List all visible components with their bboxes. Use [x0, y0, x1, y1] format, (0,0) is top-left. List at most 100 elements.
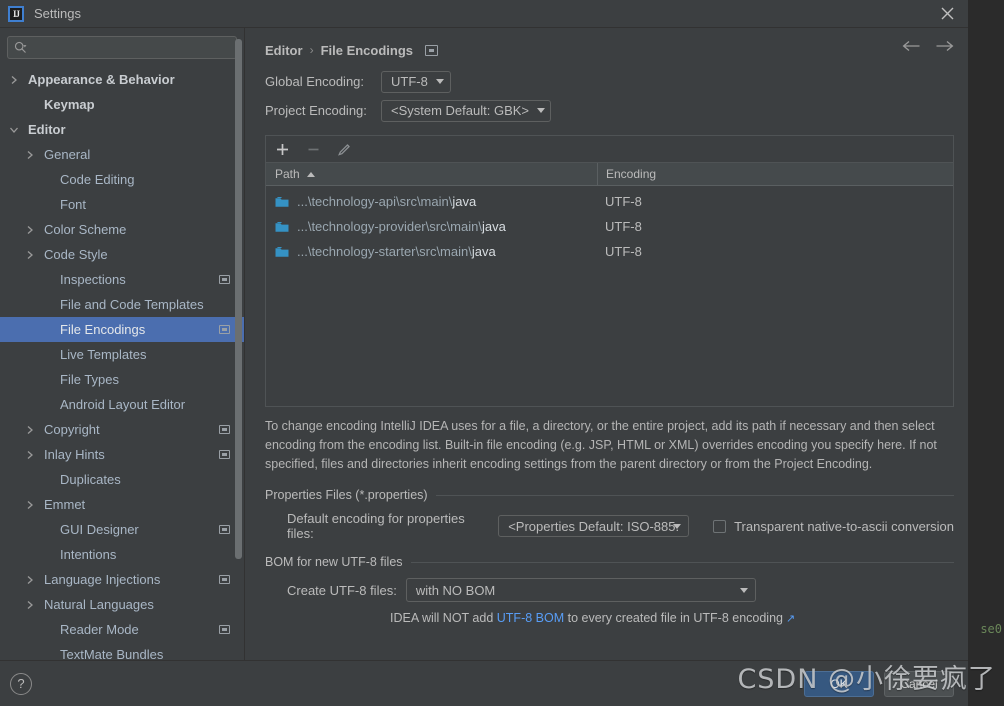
create-utf8-row: Create UTF-8 files: with NO BOM	[287, 578, 954, 602]
sidebar-item-copyright[interactable]: Copyright	[0, 417, 244, 442]
sidebar-item-textmate-bundles[interactable]: TextMate Bundles	[0, 642, 244, 660]
cancel-button[interactable]: Cancel	[884, 670, 954, 697]
sidebar-item-label: Editor	[28, 122, 66, 137]
external-link-icon[interactable]: ↗	[786, 613, 795, 625]
chevron-down-icon	[435, 79, 444, 84]
sidebar-item-label: Appearance & Behavior	[28, 72, 175, 87]
create-utf8-combo[interactable]: with NO BOM	[405, 578, 756, 602]
sidebar-item-file-and-code-templates[interactable]: File and Code Templates	[0, 292, 244, 317]
search-container	[0, 28, 244, 65]
settings-badge-icon	[219, 450, 230, 459]
table-row[interactable]: ...\technology-provider\src\main\java UTF…	[266, 214, 953, 239]
breadcrumb-current: File Encodings	[320, 42, 414, 58]
bom-group-body: Create UTF-8 files: with NO BOM IDEA wil…	[265, 578, 954, 625]
sidebar-item-appearance-behavior[interactable]: Appearance & Behavior	[0, 67, 244, 92]
chevron-right-icon[interactable]	[22, 250, 38, 260]
table-row[interactable]: ...\technology-starter\src\main\java UTF-…	[266, 239, 953, 264]
sidebar-item-code-style[interactable]: Code Style	[0, 242, 244, 267]
sidebar-item-natural-languages[interactable]: Natural Languages	[0, 592, 244, 617]
sidebar-item-label: TextMate Bundles	[60, 647, 164, 660]
sidebar-item-reader-mode[interactable]: Reader Mode	[0, 617, 244, 642]
sidebar-item-editor[interactable]: Editor	[0, 117, 244, 142]
column-header-path[interactable]: Path	[266, 167, 597, 181]
project-encoding-label: Project Encoding:	[265, 103, 367, 118]
path-prefix: ...\technology-provider\src\main\	[297, 219, 482, 234]
chevron-down-icon[interactable]	[6, 126, 22, 134]
chevron-right-icon[interactable]	[22, 450, 38, 460]
bom-hint-prefix: IDEA will NOT add	[390, 611, 497, 625]
table-cell-encoding[interactable]: UTF-8	[597, 219, 953, 234]
settings-sidebar: Appearance & Behavior Keymap Editor General…	[0, 28, 245, 660]
column-header-encoding[interactable]: Encoding	[597, 163, 953, 185]
settings-badge-icon	[219, 575, 230, 584]
chevron-right-icon[interactable]	[22, 575, 38, 585]
sidebar-item-intentions[interactable]: Intentions	[0, 542, 244, 567]
help-button[interactable]: ?	[10, 672, 32, 695]
table-cell-path-text: ...\technology-provider\src\main\java	[297, 219, 506, 234]
sidebar-item-emmet[interactable]: Emmet	[0, 492, 244, 517]
background-ide-code: se0	[980, 622, 1002, 636]
arrow-left-icon[interactable]	[902, 40, 921, 52]
minus-icon	[305, 141, 322, 158]
table-cell-encoding[interactable]: UTF-8	[597, 194, 953, 209]
sidebar-item-general[interactable]: General	[0, 142, 244, 167]
chevron-right-icon[interactable]	[22, 600, 38, 610]
project-encoding-combo[interactable]: <System Default: GBK>	[381, 99, 551, 122]
sidebar-item-live-templates[interactable]: Live Templates	[0, 342, 244, 367]
sidebar-item-inlay-hints[interactable]: Inlay Hints	[0, 442, 244, 467]
path-prefix: ...\technology-starter\src\main\	[297, 244, 472, 259]
column-header-path-label: Path	[275, 167, 300, 181]
search-input[interactable]	[31, 40, 230, 55]
sidebar-item-language-injections[interactable]: Language Injections	[0, 567, 244, 592]
sidebar-scrollbar-thumb[interactable]	[235, 39, 242, 559]
table-row[interactable]: ...\technology-api\src\main\java UTF-8	[266, 189, 953, 214]
global-encoding-combo[interactable]: UTF-8	[381, 70, 451, 93]
table-cell-path-text: ...\technology-api\src\main\java	[297, 194, 476, 209]
chevron-right-icon[interactable]	[22, 225, 38, 235]
plus-icon[interactable]	[274, 141, 291, 158]
dialog-titlebar: IJ Settings	[0, 0, 968, 28]
create-utf8-label: Create UTF-8 files:	[287, 582, 397, 598]
sort-ascending-icon	[306, 171, 315, 177]
sidebar-item-keymap[interactable]: Keymap	[0, 92, 244, 117]
properties-files-group: Properties Files (*.properties) Default …	[265, 488, 954, 541]
native-to-ascii-checkbox-wrap[interactable]: Transparent native-to-ascii conversion	[713, 519, 954, 534]
sidebar-item-color-scheme[interactable]: Color Scheme	[0, 217, 244, 242]
arrow-right-icon[interactable]	[935, 40, 954, 52]
sidebar-scrollbar[interactable]	[235, 34, 242, 656]
sidebar-item-file-types[interactable]: File Types	[0, 367, 244, 392]
close-icon[interactable]	[932, 1, 962, 27]
chevron-right-icon[interactable]	[22, 500, 38, 510]
sidebar-item-label: Natural Languages	[44, 597, 154, 612]
create-utf8-value: with NO BOM	[415, 582, 496, 598]
sidebar-item-label: GUI Designer	[60, 522, 139, 537]
sidebar-item-file-encodings[interactable]: File Encodings	[0, 317, 244, 342]
chevron-right-icon[interactable]	[22, 425, 38, 435]
sidebar-item-gui-designer[interactable]: GUI Designer	[0, 517, 244, 542]
utf8-bom-link[interactable]: UTF-8 BOM	[497, 611, 564, 625]
chevron-right-icon[interactable]	[22, 150, 38, 160]
properties-encoding-combo[interactable]: <Properties Default: ISO-885.	[498, 515, 690, 537]
breadcrumb-parent[interactable]: Editor	[265, 43, 303, 58]
table-cell-path: ...\technology-api\src\main\java	[266, 194, 597, 209]
sidebar-item-label: File and Code Templates	[60, 297, 204, 312]
sidebar-item-android-layout-editor[interactable]: Android Layout Editor	[0, 392, 244, 417]
navigation-arrows	[902, 40, 954, 52]
sidebar-item-duplicates[interactable]: Duplicates	[0, 467, 244, 492]
sidebar-item-label: File Types	[60, 372, 120, 387]
settings-content: Editor › File Encodings Global Encoding:	[245, 28, 968, 660]
sidebar-item-font[interactable]: Font	[0, 192, 244, 217]
encodings-table-body: ...\technology-api\src\main\java UTF-8...…	[266, 186, 953, 406]
settings-tree: Appearance & Behavior Keymap Editor General…	[0, 65, 244, 660]
sidebar-item-label: Duplicates	[60, 472, 121, 487]
chevron-right-icon[interactable]	[6, 75, 22, 85]
sidebar-item-label: Color Scheme	[44, 222, 127, 237]
sidebar-item-code-editing[interactable]: Code Editing	[0, 167, 244, 192]
search-box[interactable]	[7, 36, 237, 59]
native-to-ascii-checkbox[interactable]	[713, 519, 727, 533]
dialog-body: Appearance & Behavior Keymap Editor General…	[0, 28, 968, 660]
sidebar-item-inspections[interactable]: Inspections	[0, 267, 244, 292]
settings-dialog: IJ Settings Appearance & Behavior Keymap…	[0, 0, 968, 706]
ok-button[interactable]: OK	[804, 670, 874, 697]
table-cell-encoding[interactable]: UTF-8	[597, 244, 953, 259]
